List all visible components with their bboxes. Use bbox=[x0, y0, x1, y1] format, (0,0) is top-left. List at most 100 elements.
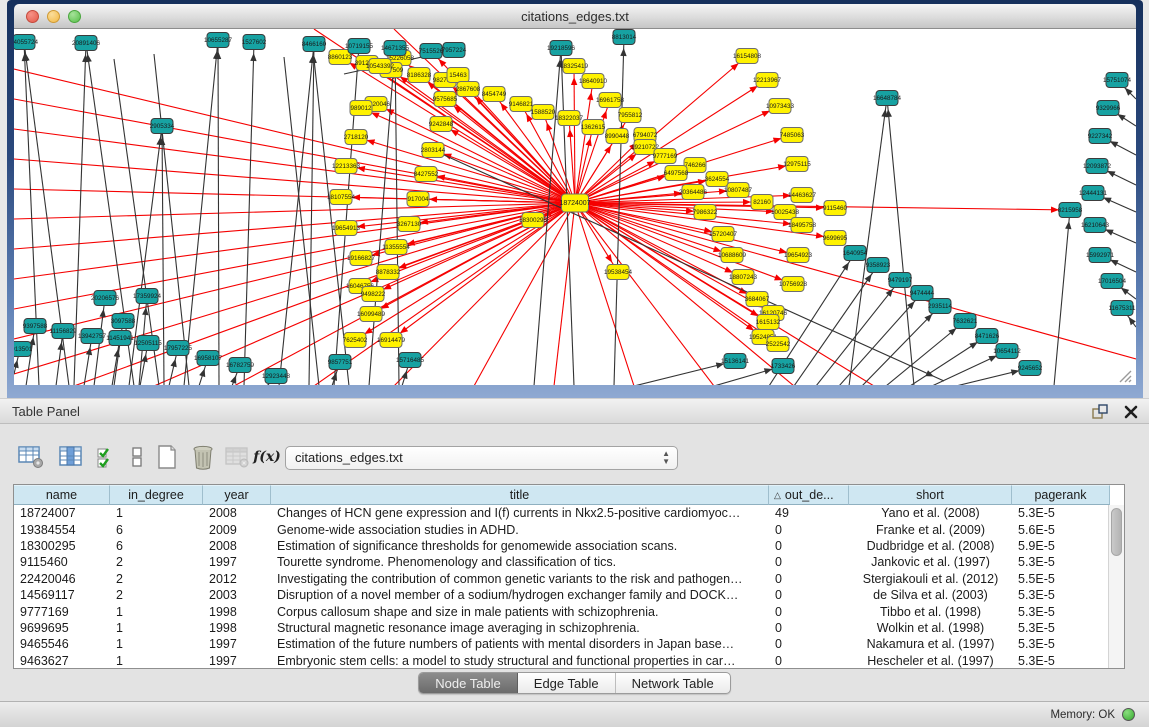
column-header-year[interactable]: year bbox=[203, 485, 271, 505]
graph-node[interactable]: 9358923 bbox=[866, 258, 891, 273]
graph-node[interactable]: 16210643 bbox=[1081, 218, 1110, 233]
graph-node[interactable]: 6497568 bbox=[664, 166, 689, 181]
row-height-icon[interactable] bbox=[122, 442, 152, 472]
black-edge[interactable] bbox=[56, 331, 63, 385]
graph-node[interactable]: 18322037 bbox=[555, 111, 584, 126]
graph-node[interactable]: 14463627 bbox=[788, 188, 817, 203]
graph-node[interactable]: 8427552 bbox=[414, 167, 439, 182]
graph-node[interactable]: 1362615 bbox=[581, 120, 606, 135]
column-header-out_de[interactable]: △out_de... bbox=[769, 485, 849, 505]
graph-node[interactable]: 14671355 bbox=[381, 41, 410, 56]
graph-node[interactable]: 7986322 bbox=[693, 205, 718, 220]
graph-node[interactable]: 16648784 bbox=[873, 91, 902, 106]
graph-node[interactable]: 10654112 bbox=[993, 344, 1021, 359]
graph-node[interactable]: 9699695 bbox=[823, 231, 848, 246]
graph-node[interactable]: 3624554 bbox=[705, 172, 730, 187]
graph-node[interactable]: 8990448 bbox=[605, 129, 630, 144]
vertical-scrollbar[interactable] bbox=[1108, 505, 1124, 668]
graph-node[interactable]: 917004 bbox=[407, 192, 429, 207]
graph-node[interactable]: 10756928 bbox=[779, 277, 808, 292]
graph-node[interactable]: 8878332 bbox=[376, 265, 401, 280]
black-edge[interactable] bbox=[244, 42, 254, 385]
graph-node[interactable]: 8471626 bbox=[975, 329, 1000, 344]
show-columns-icon[interactable] bbox=[56, 442, 86, 472]
graph-node[interactable]: 24055724 bbox=[14, 35, 38, 50]
import-table-disabled-icon[interactable] bbox=[222, 442, 252, 472]
table-row[interactable]: 2242004622012Investigating the contribut… bbox=[14, 571, 1124, 587]
graph-node[interactable]: 8454749 bbox=[482, 87, 507, 102]
table-row[interactable]: 1938455462009Genome-wide association stu… bbox=[14, 521, 1124, 537]
close-window-button[interactable] bbox=[26, 10, 39, 23]
graph-node[interactable]: 18724007 bbox=[559, 194, 590, 212]
network-window-titlebar[interactable]: citations_edges.txt bbox=[14, 4, 1136, 29]
table-row[interactable]: 911546021997Tourette syndrome. Phenomeno… bbox=[14, 554, 1124, 570]
graph-node[interactable]: 9227342 bbox=[1088, 129, 1113, 144]
graph-node[interactable]: 18325419 bbox=[560, 59, 589, 74]
graph-node[interactable]: 12505115 bbox=[134, 336, 162, 351]
graph-node[interactable]: 15136141 bbox=[721, 354, 750, 369]
tab-edge-table[interactable]: Edge Table bbox=[518, 673, 616, 693]
black-edge[interactable] bbox=[887, 98, 914, 385]
graph-node[interactable]: 13942757 bbox=[78, 329, 107, 344]
graph-node[interactable]: 3097588 bbox=[111, 314, 136, 329]
graph-node[interactable]: 9115460 bbox=[823, 201, 848, 216]
red-edge[interactable] bbox=[14, 203, 575, 249]
red-edge[interactable] bbox=[14, 203, 575, 219]
graph-node[interactable]: 10973433 bbox=[766, 99, 795, 114]
black-edge[interactable] bbox=[279, 44, 314, 385]
graph-node[interactable]: 19654923 bbox=[784, 248, 813, 263]
red-edge[interactable] bbox=[356, 137, 575, 203]
red-edge[interactable] bbox=[554, 203, 575, 385]
graph-node[interactable]: 10655287 bbox=[204, 33, 233, 48]
graph-node[interactable]: 1640954 bbox=[843, 246, 868, 261]
graph-node[interactable]: 2905334 bbox=[150, 119, 175, 134]
function-builder-icon[interactable]: f(x) bbox=[252, 442, 282, 472]
graph-node[interactable]: 7957224 bbox=[442, 43, 467, 58]
graph-node[interactable]: 15720407 bbox=[709, 227, 738, 242]
graph-node[interactable]: 9498222 bbox=[361, 287, 386, 302]
graph-node[interactable]: 7515526 bbox=[419, 44, 444, 59]
graph-node[interactable]: 1615132 bbox=[756, 315, 781, 330]
network-graph[interactable]: 1872400718325419186409101696175879558121… bbox=[14, 29, 1136, 385]
table-row[interactable]: 946554611997Estimation of the future num… bbox=[14, 636, 1124, 652]
minimize-window-button[interactable] bbox=[47, 10, 60, 23]
graph-node[interactable]: 9479197 bbox=[888, 273, 913, 288]
graph-node[interactable]: 19218596 bbox=[547, 41, 576, 56]
graph-node[interactable]: 11156829 bbox=[49, 324, 77, 339]
graph-node[interactable]: 19654913 bbox=[332, 221, 361, 236]
table-row[interactable]: 946362711997Embryonic stem cells: a mode… bbox=[14, 653, 1124, 669]
graph-node[interactable]: 16154808 bbox=[733, 49, 762, 64]
graph-node[interactable]: 2522542 bbox=[766, 337, 791, 352]
column-header-name[interactable]: name bbox=[14, 485, 110, 505]
table-row[interactable]: 1830029562008Estimation of significance … bbox=[14, 538, 1124, 554]
table-row[interactable]: 969969511998Structural magnetic resonanc… bbox=[14, 620, 1124, 636]
delete-table-icon[interactable] bbox=[188, 442, 218, 472]
graph-node[interactable]: 18640910 bbox=[579, 74, 608, 89]
column-header-in_degree[interactable]: in_degree bbox=[110, 485, 203, 505]
graph-node[interactable]: 18807243 bbox=[729, 270, 758, 285]
graph-node[interactable]: 10719155 bbox=[345, 39, 374, 54]
graph-node[interactable]: 9397588 bbox=[23, 319, 48, 334]
graph-node[interactable]: 3684067 bbox=[745, 292, 770, 307]
black-edge[interactable] bbox=[849, 98, 887, 385]
graph-node[interactable]: 2935114 bbox=[928, 299, 953, 314]
graph-node[interactable]: 12975115 bbox=[783, 157, 811, 172]
graph-node[interactable]: 9857751 bbox=[328, 355, 353, 370]
graph-node[interactable]: 17359924 bbox=[133, 289, 162, 304]
tab-network-table[interactable]: Network Table bbox=[616, 673, 730, 693]
graph-node[interactable]: 20206576 bbox=[91, 291, 120, 306]
graph-node[interactable]: 8466160 bbox=[302, 37, 327, 52]
red-edge[interactable] bbox=[574, 66, 575, 203]
graph-node[interactable]: 2867608 bbox=[456, 82, 481, 97]
graph-node[interactable]: 8215958 bbox=[1058, 203, 1083, 218]
graph-node[interactable]: 9575685 bbox=[433, 92, 458, 107]
black-edge[interactable] bbox=[284, 57, 319, 385]
table-row[interactable]: 1872400712008Changes of HCN gene express… bbox=[14, 505, 1124, 521]
float-panel-icon[interactable] bbox=[1091, 403, 1109, 421]
graph-node[interactable]: 1588520 bbox=[531, 105, 556, 120]
graph-node[interactable]: 18495758 bbox=[788, 218, 817, 233]
graph-node[interactable]: 20891406 bbox=[72, 36, 101, 51]
graph-node[interactable]: 16782759 bbox=[226, 358, 255, 373]
graph-node[interactable]: 82160 bbox=[751, 195, 773, 210]
column-header-pagerank[interactable]: pagerank bbox=[1012, 485, 1110, 505]
